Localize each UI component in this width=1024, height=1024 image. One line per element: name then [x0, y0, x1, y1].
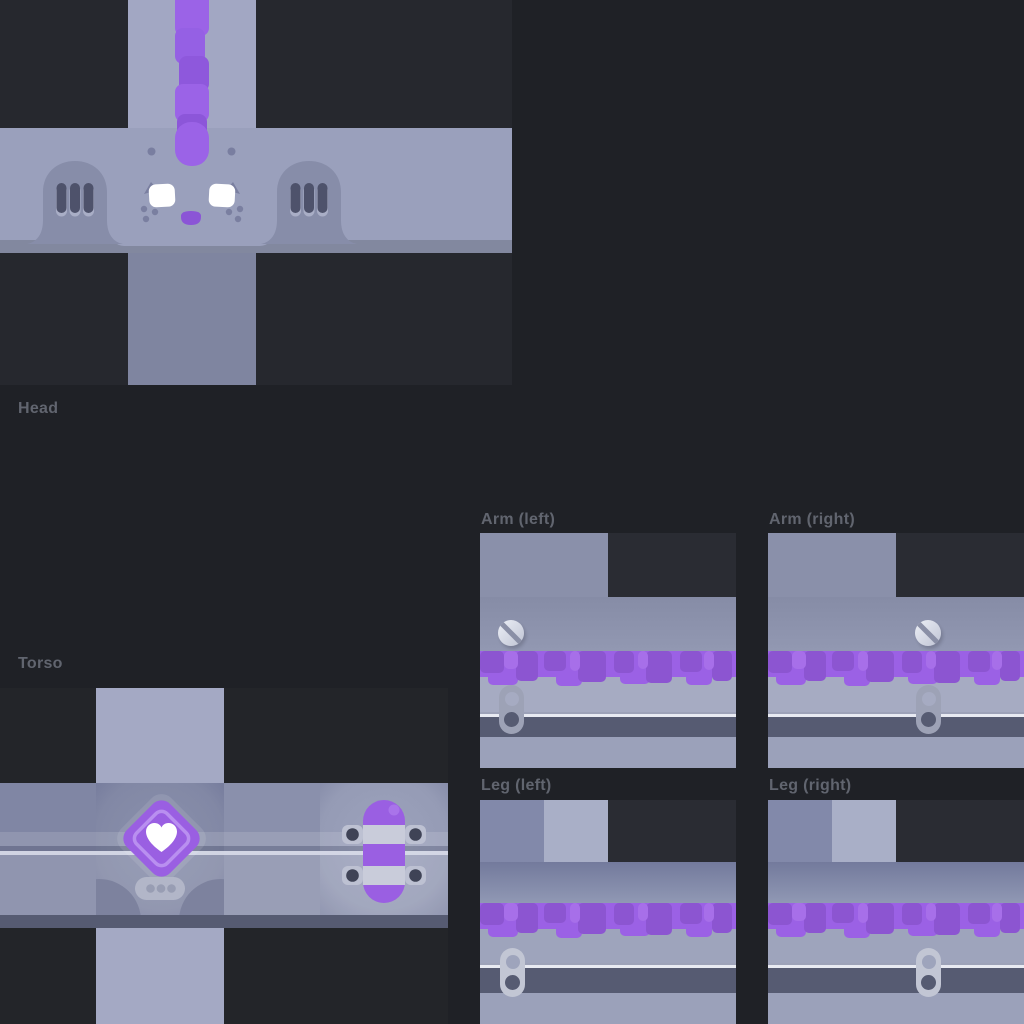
arm-upper-band [768, 597, 1024, 651]
torso-bottom-dark-left [0, 928, 96, 1024]
arm-left-texture[interactable] [480, 533, 736, 768]
head-label: Head [18, 401, 58, 417]
texture-preview-page: Head Torso [0, 0, 1024, 1024]
mohawk-stripe [175, 0, 209, 166]
snap-pill [135, 877, 185, 900]
torso-texture[interactable] [0, 688, 448, 1024]
torso-bottom-dark-right [224, 928, 448, 1024]
torso-label: Torso [18, 656, 63, 672]
leg-bottom-band [480, 993, 736, 1024]
torso-waist-strip [0, 915, 448, 928]
leg-right-texture[interactable] [768, 800, 1024, 1024]
leg-bottom-band [768, 993, 1024, 1024]
leg-light-patch [544, 800, 608, 862]
arm-right-label: Arm (right) [769, 512, 855, 528]
leg-light-patch [832, 800, 896, 862]
eye-right [208, 183, 235, 207]
screw-icon [915, 620, 941, 646]
leg-upper-band [768, 862, 1024, 903]
forehead-dot-right [228, 148, 236, 156]
leg-empty-square [896, 800, 1024, 862]
leg-hip-patch [768, 800, 832, 862]
arm-dark-band [768, 717, 1024, 737]
eye-left [148, 183, 175, 207]
mouth [181, 211, 201, 225]
arm-shoulder-patch [768, 533, 896, 597]
arm-empty-square [608, 533, 736, 597]
head-bottom-column [128, 253, 256, 385]
arm-bottom-band [480, 737, 736, 768]
gill-slots-left [56, 183, 94, 217]
zipper-pull-icon [500, 948, 525, 997]
leg-dark-band [768, 968, 1024, 993]
zigzag-trim [480, 651, 736, 687]
strap-top [363, 825, 405, 844]
arm-shoulder-patch [480, 533, 608, 597]
arm-left-label: Arm (left) [481, 512, 555, 528]
arm-empty-square [896, 533, 1024, 597]
forehead-dot-left [148, 148, 156, 156]
arm-right-texture[interactable] [768, 533, 1024, 768]
arm-bottom-band [768, 737, 1024, 768]
zigzag-trim [768, 651, 1024, 687]
leg-upper-band [480, 862, 736, 903]
zigzag-trim [480, 903, 736, 939]
gill-slots-right [290, 183, 328, 217]
zigzag-trim [768, 903, 1024, 939]
head-texture[interactable] [0, 0, 512, 385]
leg-left-texture[interactable] [480, 800, 736, 1024]
zipper-pull-icon [499, 685, 524, 734]
leg-right-label: Leg (right) [769, 778, 851, 794]
leg-hip-patch [480, 800, 544, 862]
leg-empty-square [608, 800, 736, 862]
leg-left-label: Leg (left) [481, 778, 552, 794]
zipper-pull-icon [916, 685, 941, 734]
strap-bottom [363, 866, 405, 885]
screw-icon [498, 620, 524, 646]
zipper-pull-icon [916, 948, 941, 997]
